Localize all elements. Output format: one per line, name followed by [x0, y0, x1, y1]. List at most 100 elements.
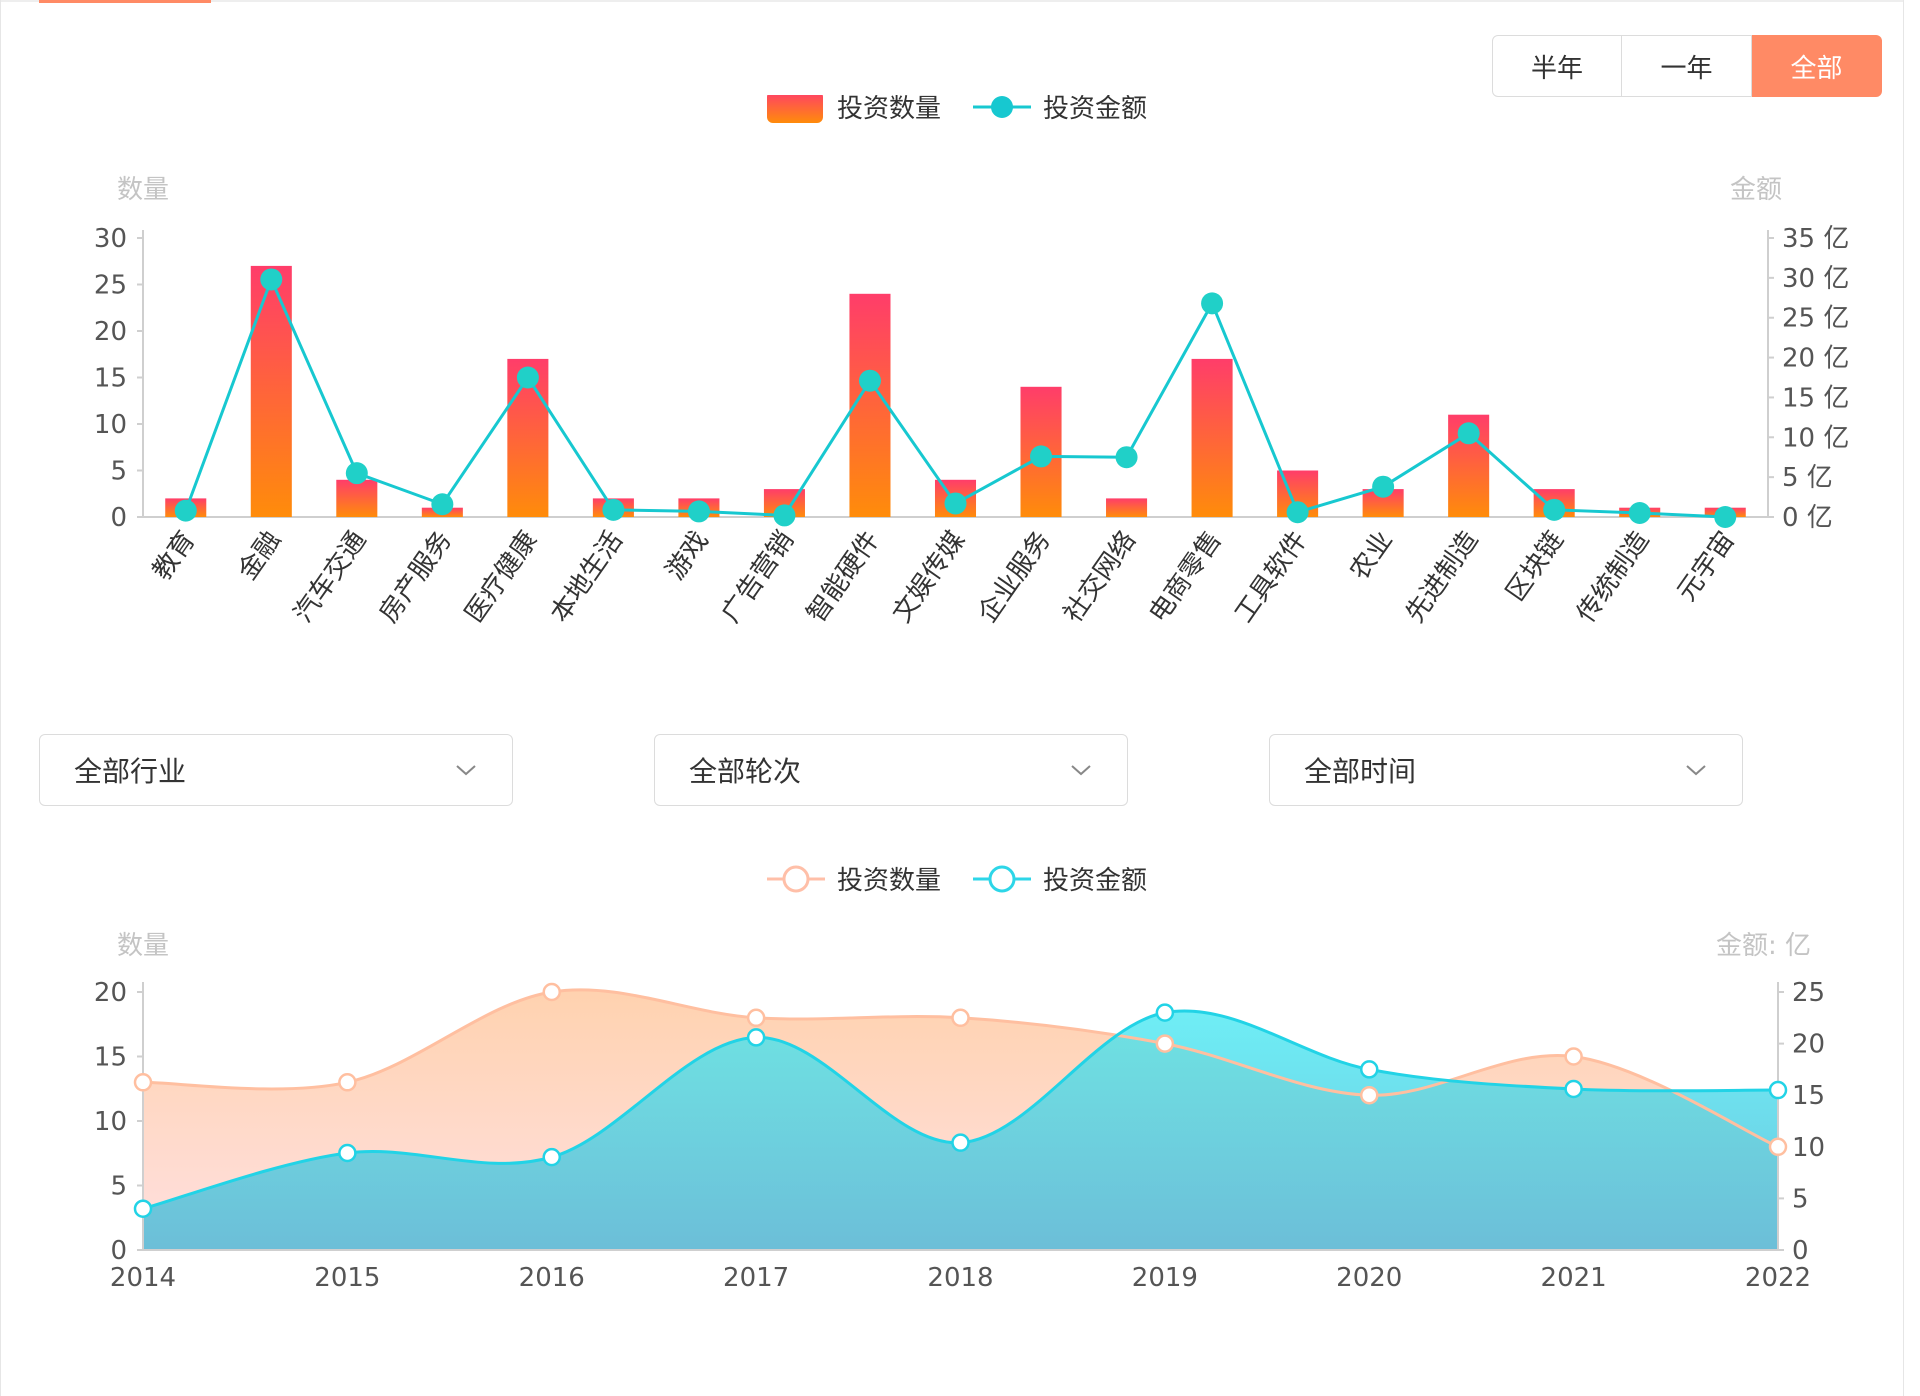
bar-社交网络: [1106, 498, 1148, 517]
y-axis-left-title: 数量: [117, 931, 169, 961]
y-left-tick-label: 15: [94, 364, 127, 394]
y-left-tick-label: 10: [94, 1107, 127, 1137]
x-tick-label: 农业: [1344, 526, 1398, 586]
y-right-tick-label: 5: [1792, 1184, 1809, 1214]
count-point-2021: [1564, 1047, 1583, 1066]
amount-point-2019: [1155, 1003, 1175, 1022]
investment-panel: 半年 一年 全部 投资数量 投资金额 数量 金额 0 5 10 15 20 25 30 0 亿5 亿1…: [0, 0, 1904, 1396]
y-right-tick-label: 10: [1792, 1133, 1825, 1163]
chevron-down-icon: [1686, 765, 1706, 776]
x-tick-label: 金融: [233, 526, 287, 586]
amount-point-教育: [174, 499, 197, 522]
tab-underline: [1, 0, 1903, 2]
y-left-tick-label: 5: [110, 1172, 127, 1202]
amount-point-元宇宙: [1714, 506, 1737, 528]
amount-point-医疗健康: [516, 366, 539, 389]
x-tick-label: 本地生活: [545, 526, 629, 628]
legend-label: 投资数量: [837, 95, 941, 124]
x-tick-label: 2016: [519, 1263, 585, 1293]
count-point-2018: [951, 1008, 970, 1028]
x-tick-label: 2015: [314, 1263, 380, 1293]
bar-电商零售: [1191, 358, 1233, 517]
x-tick-label: 2019: [1132, 1263, 1198, 1293]
y-right-tick-label: 25 亿: [1782, 304, 1849, 334]
x-tick-label: 游戏: [660, 526, 714, 586]
legend-label: 投资金额: [1043, 95, 1147, 124]
chart2-legend: 投资数量 投资金额: [767, 865, 1147, 896]
y-right-tick-label: 5 亿: [1782, 463, 1833, 493]
count-point-2019: [1155, 1034, 1175, 1053]
x-tick-label: 区块链: [1501, 526, 1570, 607]
y-left-tick-label: 10: [94, 410, 127, 440]
count-point-2016: [542, 982, 561, 1002]
x-tick-label: 房产服务: [374, 526, 458, 628]
x-tick-label: 汽车交通: [288, 526, 372, 628]
industry-bar-line-chart: 投资数量 投资金额数量 金额 0 5 10 15 20 25 30 0 亿 5 亿 10 亿 15 亿 20…: [94, 95, 1849, 628]
y-right-tick-label: 25: [1792, 978, 1825, 1008]
amount-point-社交网络: [1115, 446, 1138, 469]
count-point-2022: [1768, 1137, 1788, 1157]
x-tick-label: 2014: [110, 1263, 176, 1293]
y-left-tick-label: 30: [94, 224, 127, 254]
y-right-tick-label: 15: [1792, 1081, 1825, 1111]
count-point-2017: [746, 1008, 766, 1028]
amount-point-先进制造: [1457, 422, 1480, 445]
x-tick-label: 工具软件: [1229, 526, 1313, 628]
round-filter-select[interactable]: 全部轮次: [654, 734, 1128, 806]
x-tick-label: 2020: [1336, 1263, 1402, 1293]
amount-point-2022: [1768, 1080, 1788, 1100]
amount-point-文娱传媒: [944, 492, 967, 515]
amount-point-本地生活: [602, 498, 625, 521]
industry-filter-label: 全部行业: [74, 755, 187, 788]
y-right-tick-label: 15 亿: [1782, 383, 1849, 413]
industry-filter-select[interactable]: 全部行业: [39, 734, 513, 806]
y-right-tick-label: 0: [1792, 1236, 1809, 1266]
bar-金融: [250, 265, 292, 517]
legend-line-marker: [991, 96, 1013, 118]
range-half-year-button[interactable]: 半年: [1492, 35, 1622, 97]
legend-label: 投资金额: [1043, 866, 1147, 896]
amount-point-2017: [746, 1028, 766, 1047]
amount-point-游戏: [687, 500, 710, 523]
time-range-toggle: 半年 一年 全部: [1492, 35, 1882, 99]
x-tick-label: 社交网络: [1058, 526, 1142, 628]
y-left-tick-label: 5: [110, 457, 127, 487]
x-tick-label: 医疗健康: [459, 526, 543, 628]
amount-point-农业: [1372, 475, 1395, 498]
y-left-tick-label: 20: [94, 317, 127, 347]
time-filter-label: 全部时间: [1304, 755, 1417, 788]
y-right-tick-label: 20: [1792, 1030, 1825, 1060]
y-right-tick-label: 10 亿: [1782, 423, 1849, 453]
range-one-year-button[interactable]: 一年: [1622, 35, 1752, 97]
y-left-tick-label: 25: [94, 271, 127, 301]
amount-point-2020: [1360, 1060, 1379, 1079]
time-filter-select[interactable]: 全部时间: [1269, 734, 1743, 806]
amount-point-汽车交通: [345, 462, 368, 485]
amount-point-金融: [260, 268, 283, 291]
range-all-button[interactable]: 全部: [1752, 35, 1882, 97]
count-point-2015: [338, 1073, 357, 1092]
y-left-tick-label: 0: [110, 1236, 127, 1266]
legend-amount-marker: [988, 865, 1016, 893]
y-left-tick-label: 0: [110, 503, 127, 533]
chart1-legend: 投资数量 投资金额: [767, 95, 1147, 124]
amount-point-2021: [1564, 1079, 1583, 1099]
amount-point-广告营销: [773, 504, 796, 527]
amount-point-传统制造: [1628, 502, 1651, 525]
count-point-2014: [133, 1073, 153, 1092]
bar-汽车交通: [336, 479, 378, 517]
x-tick-label: 传统制造: [1571, 526, 1655, 628]
amount-point-2018: [951, 1133, 970, 1152]
y-right-tick-label: 20 亿: [1782, 344, 1849, 374]
x-tick-label: 2018: [927, 1263, 993, 1293]
x-tick-label: 元宇宙: [1672, 526, 1741, 607]
yearly-area-chart: 投资数量 投资金额数量 金额: 亿 0 5 10 15 20 0 5 10 15 20 25 2014 201…: [94, 865, 1825, 1293]
y-axis-left-title: 数量: [117, 175, 169, 205]
chevron-down-icon: [1071, 765, 1091, 776]
round-filter-label: 全部轮次: [689, 755, 802, 788]
x-tick-label: 智能硬件: [801, 526, 885, 628]
y-axis-right-title: 金额: 亿: [1716, 931, 1811, 961]
y-right-tick-label: 35 亿: [1782, 224, 1849, 254]
x-tick-label: 教育: [147, 526, 201, 586]
amount-point-房产服务: [431, 493, 454, 516]
